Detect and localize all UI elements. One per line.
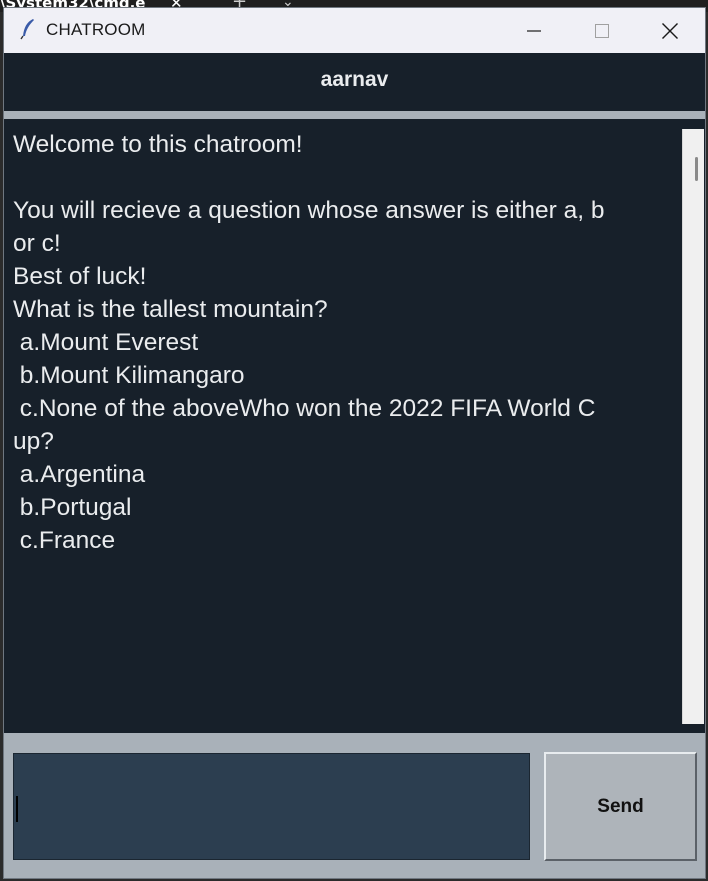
feather-icon	[20, 19, 34, 40]
composer-panel: Send	[4, 733, 705, 878]
chat-scrollbar[interactable]	[682, 129, 704, 724]
chat-log[interactable]: Welcome to this chatroom! You will recie…	[4, 119, 705, 733]
maximize-button[interactable]	[568, 8, 636, 53]
maximize-icon	[595, 23, 609, 38]
scrollbar-thumb[interactable]	[695, 157, 698, 181]
close-icon	[662, 22, 678, 39]
chat-header: aarnav	[4, 53, 705, 111]
send-button[interactable]: Send	[544, 752, 697, 861]
username-label: aarnav	[320, 68, 389, 91]
close-button[interactable]	[636, 8, 704, 53]
header-divider	[4, 111, 705, 119]
minimize-button[interactable]	[500, 8, 568, 53]
chat-messages: Welcome to this chatroom! You will recie…	[13, 131, 605, 554]
message-input[interactable]	[13, 753, 530, 860]
title-bar[interactable]: CHATROOM	[4, 8, 705, 53]
chatroom-window: CHATROOM aarnav Welcome to this chatroom…	[3, 7, 706, 879]
minimize-icon	[527, 29, 541, 32]
window-title: CHATROOM	[46, 20, 146, 39]
text-caret	[16, 796, 18, 822]
